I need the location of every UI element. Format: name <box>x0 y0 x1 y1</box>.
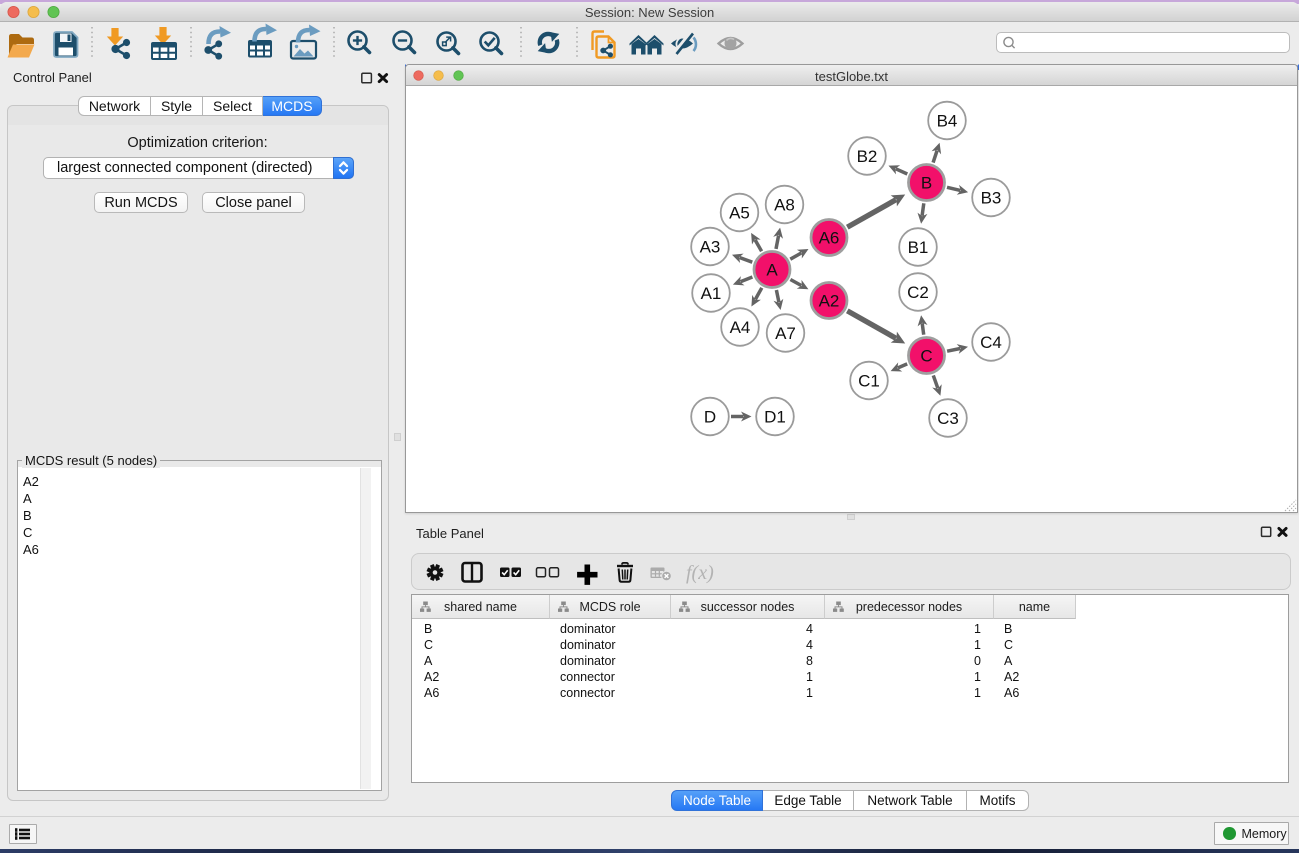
svg-text:D: D <box>704 408 716 427</box>
svg-text:B1: B1 <box>908 238 929 257</box>
svg-text:B4: B4 <box>937 112 958 131</box>
svg-text:A6: A6 <box>819 229 840 248</box>
svg-text:A3: A3 <box>700 238 721 257</box>
svg-text:D1: D1 <box>764 408 786 427</box>
svg-text:A1: A1 <box>701 284 722 303</box>
svg-text:B2: B2 <box>857 147 878 166</box>
svg-text:f(x): f(x) <box>686 562 714 584</box>
svg-text:A: A <box>766 261 778 280</box>
svg-text:A8: A8 <box>774 196 795 215</box>
svg-text:C4: C4 <box>980 333 1002 352</box>
svg-text:A2: A2 <box>819 292 840 311</box>
svg-text:B: B <box>921 174 932 193</box>
svg-text:C2: C2 <box>907 283 929 302</box>
svg-text:A5: A5 <box>729 204 750 223</box>
svg-text:C3: C3 <box>937 409 959 428</box>
svg-text:C1: C1 <box>858 372 880 391</box>
svg-text:A4: A4 <box>730 318 751 337</box>
svg-text:A7: A7 <box>775 324 796 343</box>
svg-text:C: C <box>920 347 932 366</box>
svg-text:B3: B3 <box>981 189 1002 208</box>
